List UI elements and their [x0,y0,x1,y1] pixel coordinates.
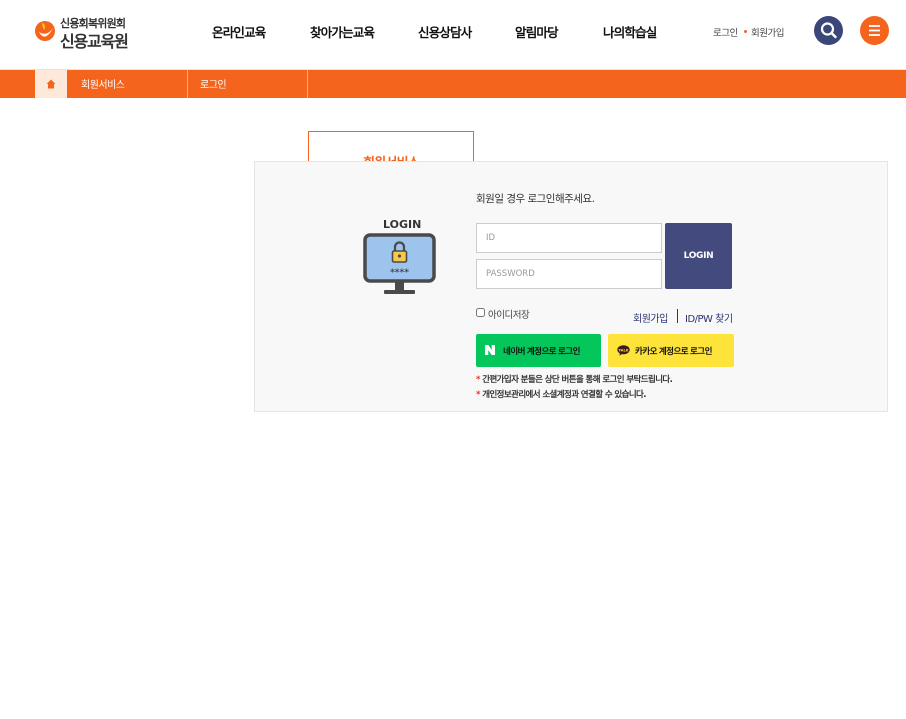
kakao-talk-icon: TALK [617,345,630,356]
login-caption: LOGIN [383,218,422,231]
social-login-note: * 간편가입자 분들은 상단 버튼을 통해 로그인 부탁드립니다. [476,375,673,385]
password-input[interactable] [476,259,662,289]
breadcrumb-divider [187,70,188,98]
breadcrumb-login[interactable]: 로그인 [200,76,227,91]
logo-site-name: 신용교육원 [60,32,129,51]
naver-login-label: 네이버 계정으로 로그인 [503,346,580,356]
util-login-link[interactable]: 로그인 [713,25,738,39]
kakao-login-button[interactable]: TALK 카카오 계정으로 로그인 [608,334,734,367]
hamburger-menu-icon [869,25,880,36]
login-intro-text: 회원일 경우 로그인해주세요. [476,193,595,205]
side-menu-title: 회원서비스 [308,131,474,163]
svg-text:****: **** [390,268,409,278]
nav-my-learning[interactable]: 나의학습실 [603,22,657,41]
nav-visiting-education[interactable]: 찾아가는교육 [310,22,375,41]
breadcrumb: 회원서비스 로그인 [0,70,906,98]
social-link-note: * 개인정보관리에서 소셜계정과 연결할 수 있습니다. [476,390,647,400]
id-input[interactable] [476,223,662,253]
save-id-checkbox[interactable] [476,308,485,317]
menu-button[interactable] [860,16,889,45]
svg-text:TALK: TALK [618,348,628,352]
site-header: 신용회복위원회 신용교육원 온라인교육 찾아가는교육 신용상담사 알림마당 나의… [0,0,906,70]
login-button[interactable]: LOGIN [665,223,732,289]
join-link[interactable]: 회원가입 [633,310,668,325]
home-icon [46,79,56,89]
nav-online-education[interactable]: 온라인교육 [212,22,266,41]
logo-mark-icon [35,21,55,41]
kakao-login-label: 카카오 계정으로 로그인 [635,346,712,356]
link-divider [677,309,678,323]
find-id-pw-link[interactable]: ID/PW 찾기 [685,310,733,325]
search-icon [820,22,837,39]
social-link-note-text: 개인정보관리에서 소셜계정과 연결할 수 있습니다. [482,390,646,400]
social-login-note-text: 간편가입자 분들은 상단 버튼을 통해 로그인 부탁드립니다. [482,375,673,385]
naver-login-button[interactable]: 네이버 계정으로 로그인 [476,334,601,367]
site-logo[interactable]: 신용회복위원회 신용교육원 [33,14,133,51]
naver-icon [485,345,495,355]
save-id-label: 아이디저장 [488,310,530,321]
nav-credit-counselor[interactable]: 신용상담사 [418,22,472,41]
nav-notice-board[interactable]: 알림마당 [515,22,559,41]
search-button[interactable] [814,16,843,45]
breadcrumb-home[interactable] [35,70,67,98]
breadcrumb-divider [307,70,308,98]
breadcrumb-member-service[interactable]: 회원서비스 [81,76,125,91]
util-join-link[interactable]: 회원가입 [751,25,784,39]
monitor-lock-icon: **** [363,233,436,294]
util-separator-dot [744,30,747,33]
